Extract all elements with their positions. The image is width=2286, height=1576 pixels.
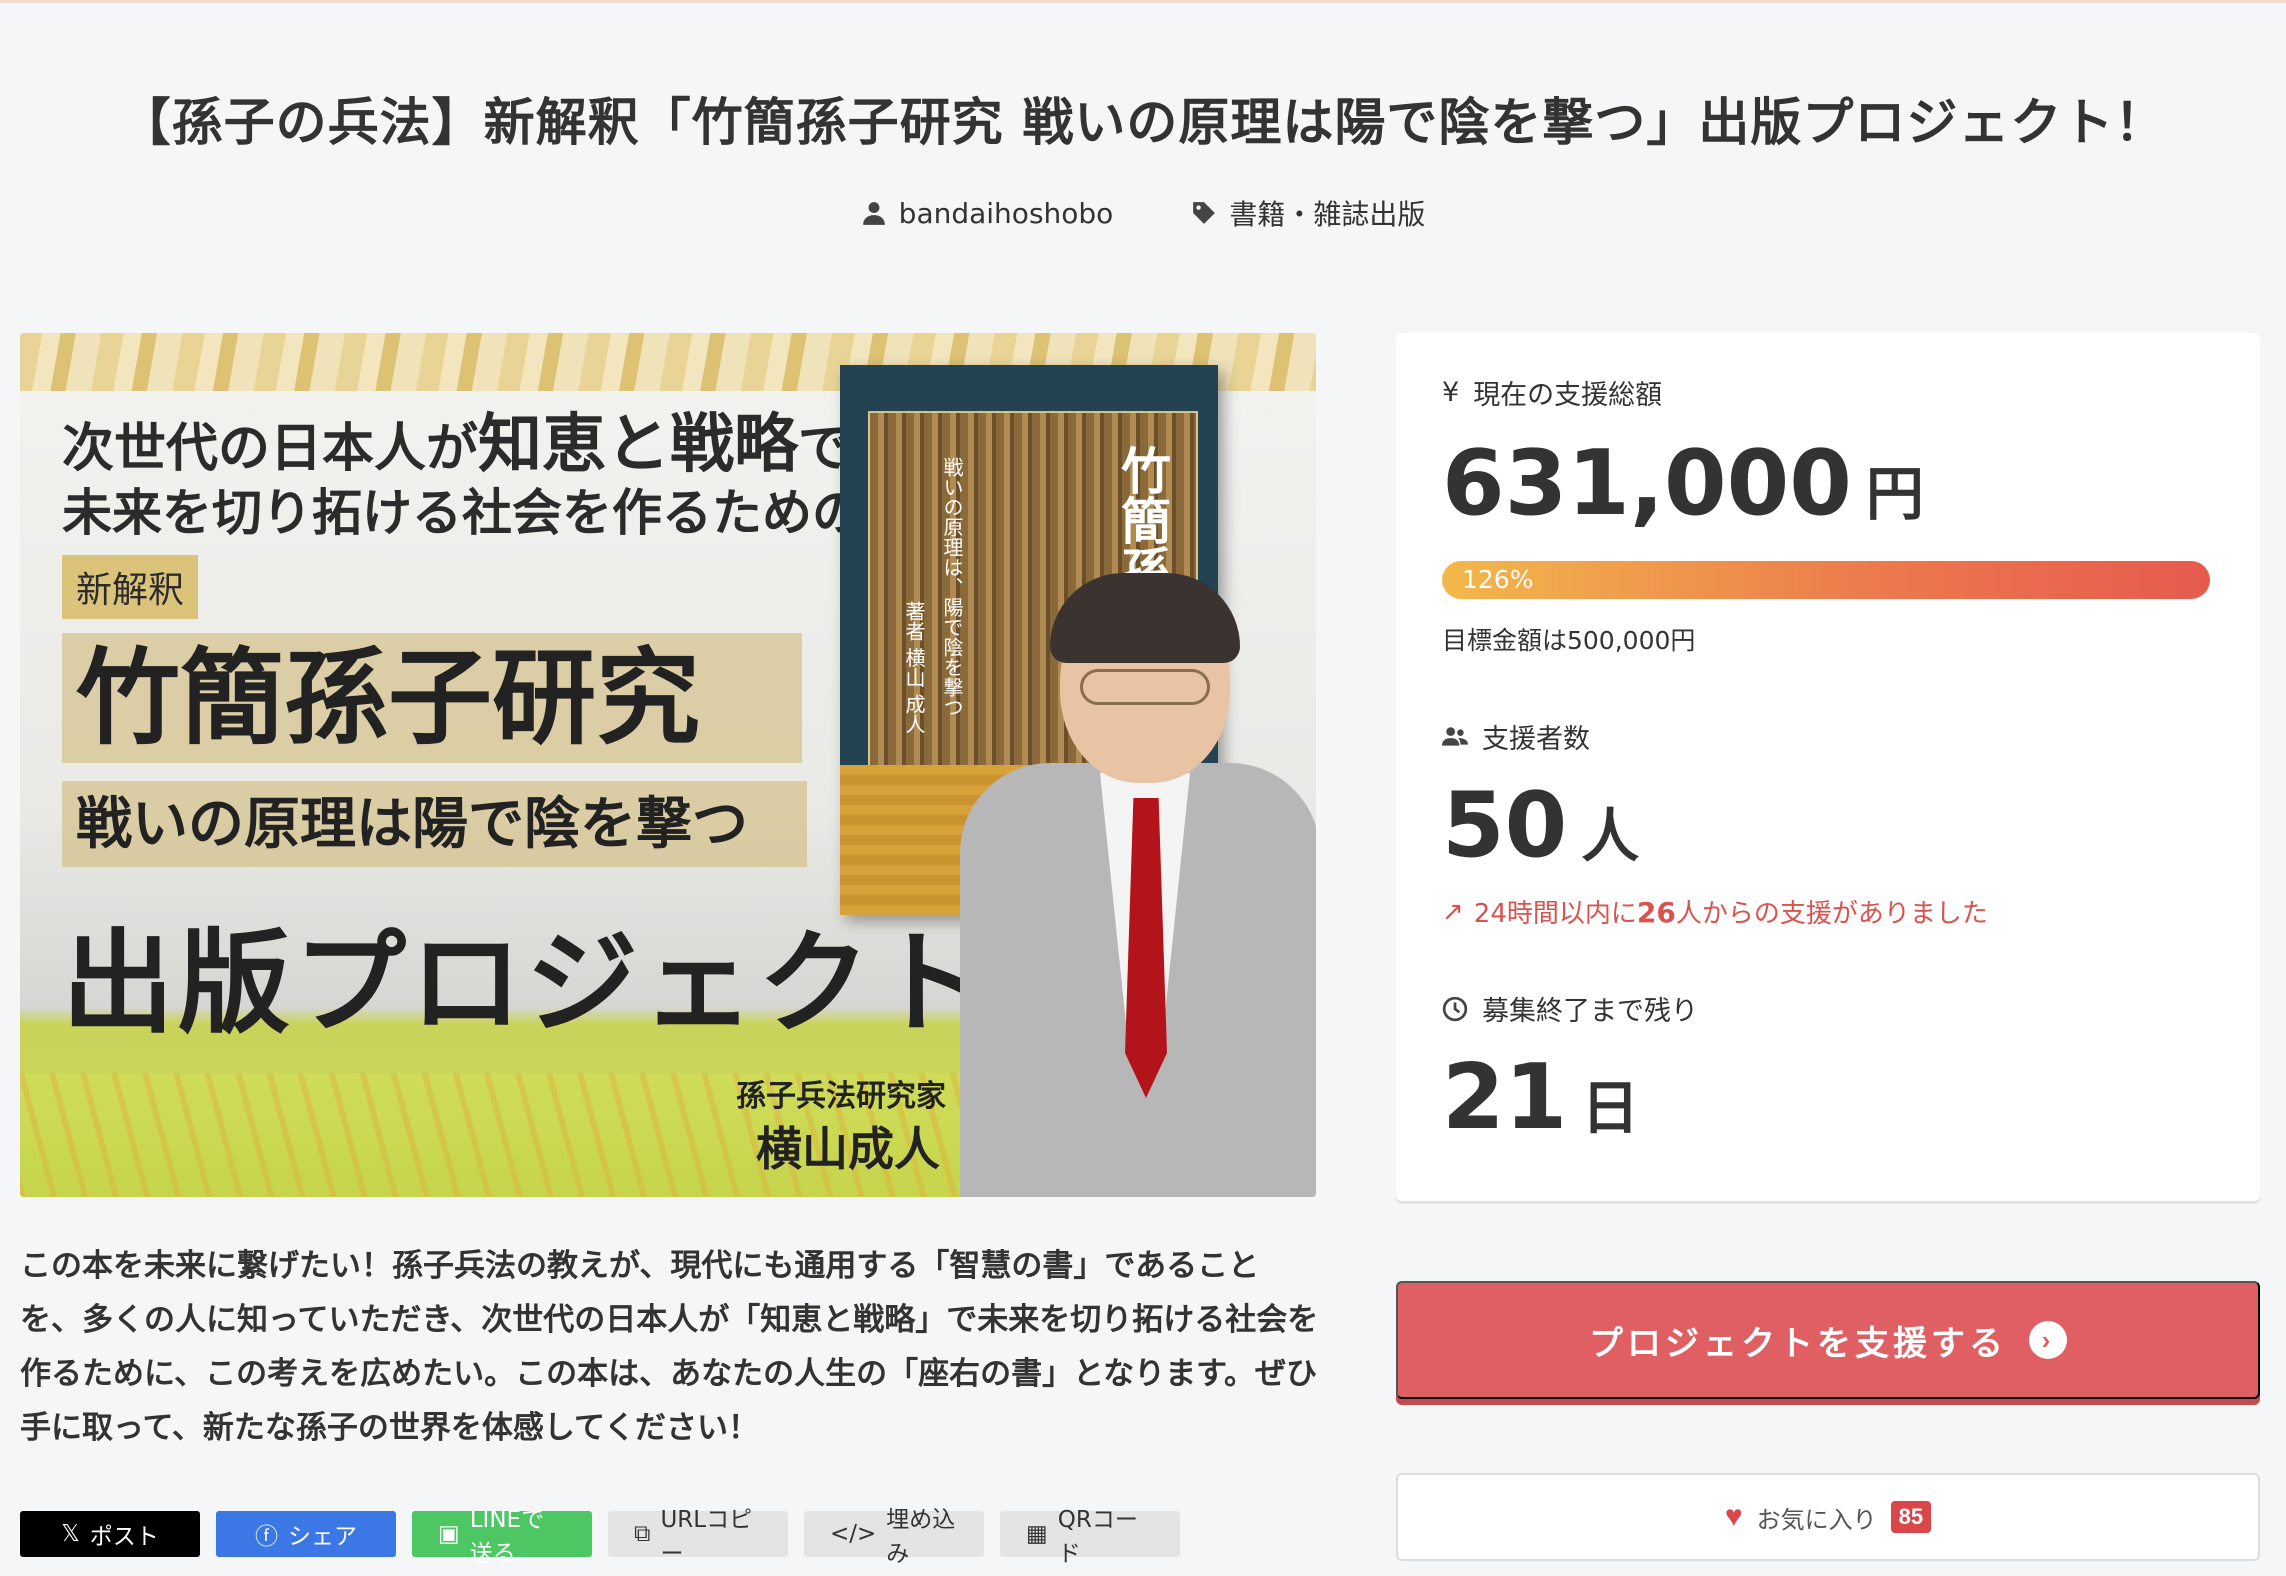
owner-link[interactable]: bandaihoshobo bbox=[861, 193, 1114, 233]
facebook-icon: ⓕ bbox=[255, 1524, 278, 1550]
amount-value: 631,000 円 bbox=[1442, 431, 1924, 536]
share-line-button[interactable]: ▣ LINEで送る bbox=[412, 1507, 592, 1567]
qr-icon: ▦ bbox=[1026, 1521, 1048, 1547]
recent-support: ↗ 24時間以内に26人からの支援がありました bbox=[1442, 896, 1988, 929]
hero-subtitle: 戦いの原理は陽で陰を撃つ bbox=[62, 781, 807, 867]
hero-image[interactable]: 次世代の日本人が知恵と戦略で 未来を切り拓ける社会を作るための 新解釈 竹簡孫子… bbox=[20, 333, 1316, 1197]
hero-line2: 未来を切り拓ける社会を作るための bbox=[62, 483, 862, 542]
support-button[interactable]: プロジェクトを支援する › bbox=[1396, 1281, 2260, 1399]
remaining-label: 募集終了まで残り bbox=[1442, 989, 1698, 1028]
share-facebook-button[interactable]: ⓕ シェア bbox=[216, 1511, 396, 1557]
share-x-button[interactable]: 𝕏 ポスト bbox=[20, 1511, 200, 1557]
category-link[interactable]: 書籍・雑誌出版 bbox=[1191, 193, 1425, 233]
project-meta: bandaihoshobo 書籍・雑誌出版 bbox=[0, 193, 2286, 233]
share-buttons: 𝕏 ポスト ⓕ シェア ▣ LINEで送る ⧉ URLコピー </> 埋め込み … bbox=[20, 1507, 1180, 1567]
clock-icon bbox=[1442, 996, 1468, 1021]
trend-up-icon: ↗ bbox=[1442, 896, 1464, 927]
hero-publish: 出版プロジェクト bbox=[62, 918, 990, 1049]
favorite-button[interactable]: ♥ お気に入り 85 bbox=[1396, 1473, 2260, 1561]
amount-label: ¥ 現在の支援総額 bbox=[1442, 377, 1663, 411]
backers-label: 支援者数 bbox=[1442, 717, 1590, 756]
backers-value: 50 人 bbox=[1442, 773, 1640, 878]
author-photo bbox=[950, 573, 1316, 1197]
hero-tag: 新解釈 bbox=[62, 555, 199, 619]
hero-author-role: 孫子兵法研究家 bbox=[736, 1079, 946, 1114]
hero-author-name: 横山成人 bbox=[756, 1122, 940, 1176]
heart-icon: ♥ bbox=[1724, 1500, 1743, 1533]
copy-url-button[interactable]: ⧉ URLコピー bbox=[608, 1507, 788, 1567]
hero-big-title: 竹簡孫子研究 bbox=[62, 633, 802, 763]
progress-bar: 126% bbox=[1442, 561, 2210, 599]
stats-card: ¥ 現在の支援総額 631,000 円 126% 目標金額は500,000円 支援… bbox=[1396, 333, 2260, 1201]
chevron-right-icon: › bbox=[2029, 1321, 2067, 1359]
hero-line1: 次世代の日本人が知恵と戦略で bbox=[62, 407, 851, 482]
user-icon bbox=[862, 202, 885, 225]
yen-icon: ¥ bbox=[1442, 377, 1460, 408]
embed-button[interactable]: </> 埋め込み bbox=[804, 1507, 984, 1567]
favorite-count: 85 bbox=[1890, 1501, 1932, 1533]
goal-text: 目標金額は500,000円 bbox=[1442, 626, 1696, 655]
line-icon: ▣ bbox=[438, 1521, 460, 1547]
copy-icon: ⧉ bbox=[634, 1521, 651, 1547]
tag-icon bbox=[1193, 202, 1216, 224]
owner-name: bandaihoshobo bbox=[898, 196, 1114, 230]
book-author: 著者 横山 成人 bbox=[902, 601, 926, 734]
code-icon: </> bbox=[830, 1521, 877, 1547]
remaining-value: 21 日 bbox=[1442, 1045, 1640, 1150]
users-icon bbox=[1442, 726, 1468, 746]
project-description: この本を未来に繋げたい！孫子兵法の教えが、現代にも通用する「智慧の書」であること… bbox=[20, 1248, 1319, 1446]
project-title: 【孫子の兵法】新解釈「竹簡孫子研究 戦いの原理は陽で陰を撃つ」出版プロジェクト！ bbox=[119, 94, 2167, 153]
x-icon: 𝕏 bbox=[61, 1521, 80, 1547]
qr-code-button[interactable]: ▦ QRコード bbox=[1000, 1507, 1180, 1567]
progress-text: 126% bbox=[1462, 565, 1534, 594]
category-name: 書籍・雑誌出版 bbox=[1229, 198, 1426, 231]
